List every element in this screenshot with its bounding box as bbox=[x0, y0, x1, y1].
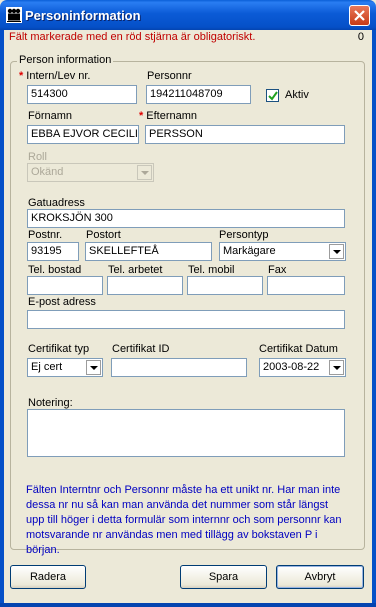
certifikat-id-input[interactable] bbox=[111, 358, 247, 377]
efternamn-label: * Efternamn bbox=[139, 110, 198, 122]
gatuadress-input[interactable]: KROKSJÖN 300 bbox=[27, 209, 345, 228]
tel-arbetet-label: Tel. arbetet bbox=[108, 264, 163, 276]
close-button[interactable] bbox=[349, 5, 370, 26]
epost-input[interactable] bbox=[27, 310, 345, 329]
certifikat-typ-value: Ej cert bbox=[31, 361, 63, 373]
postnr-input[interactable]: 93195 bbox=[27, 242, 79, 261]
personnr-input[interactable]: 194211048709 bbox=[146, 85, 251, 104]
personnr-label: Personnr bbox=[147, 70, 192, 82]
certifikat-id-label: Certifikat ID bbox=[112, 343, 170, 355]
certifikat-typ-select[interactable]: Ej cert bbox=[27, 358, 103, 377]
notering-label: Notering: bbox=[28, 397, 73, 409]
delete-button[interactable]: Radera bbox=[10, 565, 86, 589]
close-icon bbox=[354, 10, 365, 21]
checkmark-icon bbox=[268, 91, 278, 101]
chevron-down-icon[interactable] bbox=[86, 360, 101, 375]
people-icon bbox=[6, 7, 22, 23]
certifikat-typ-label: Certifikat typ bbox=[28, 343, 90, 355]
roll-select: Okänd bbox=[27, 163, 154, 182]
info-text: Fälten Interntnr och Personnr måste ha e… bbox=[26, 484, 342, 556]
chevron-down-icon bbox=[137, 165, 152, 180]
postnr-label: Postnr. bbox=[28, 229, 63, 241]
record-counter: 0 bbox=[357, 31, 364, 43]
cancel-button[interactable]: Avbryt bbox=[276, 565, 364, 589]
aktiv-checkbox[interactable] bbox=[266, 89, 279, 102]
roll-value: Okänd bbox=[31, 166, 64, 178]
window-frame-bottom bbox=[0, 603, 376, 607]
persontyp-value: Markägare bbox=[223, 245, 276, 257]
window-frame-right bbox=[372, 30, 376, 607]
tel-mobil-label: Tel. mobil bbox=[188, 264, 235, 276]
postort-input[interactable]: SKELLEFTEÅ bbox=[85, 242, 212, 261]
postort-label: Postort bbox=[86, 229, 121, 241]
intern-nr-label: * Intern/Lev nr. bbox=[19, 70, 91, 82]
chevron-down-icon[interactable] bbox=[329, 244, 344, 259]
certifikat-datum-value: 2003-08-22 bbox=[263, 361, 320, 373]
window-title: Personinformation bbox=[25, 8, 141, 23]
efternamn-input[interactable]: PERSSON bbox=[145, 125, 345, 144]
persontyp-select[interactable]: Markägare bbox=[219, 242, 346, 261]
fax-input[interactable] bbox=[267, 276, 345, 295]
save-button[interactable]: Spara bbox=[180, 565, 267, 589]
roll-label: Roll bbox=[28, 151, 47, 163]
tel-bostad-label: Tel. bostad bbox=[28, 264, 82, 276]
tel-arbetet-input[interactable] bbox=[107, 276, 183, 295]
gatuadress-label: Gatuadress bbox=[28, 197, 85, 209]
fornamn-label: Förnamn bbox=[28, 110, 73, 122]
persontyp-label: Persontyp bbox=[219, 229, 269, 241]
fax-label: Fax bbox=[268, 264, 287, 276]
group-title: Person information bbox=[17, 54, 114, 66]
required-notice: Fält markerade med en röd stjärna är obl… bbox=[9, 31, 256, 43]
chevron-down-icon[interactable] bbox=[329, 360, 344, 375]
certifikat-datum-label: Certifikat Datum bbox=[259, 343, 338, 355]
certifikat-datum-picker[interactable]: 2003-08-22 bbox=[259, 358, 346, 377]
notering-textarea[interactable] bbox=[27, 409, 345, 457]
tel-bostad-input[interactable] bbox=[27, 276, 103, 295]
epost-label: E-post adress bbox=[28, 296, 96, 308]
required-star: * bbox=[19, 70, 24, 82]
required-star: * bbox=[139, 110, 144, 122]
title-bar: Personinformation bbox=[0, 0, 376, 30]
intern-nr-input[interactable]: 514300 bbox=[27, 85, 137, 104]
window-frame-left bbox=[0, 30, 4, 607]
fornamn-input[interactable]: EBBA EJVOR CECILI bbox=[27, 125, 139, 144]
aktiv-label: Aktiv bbox=[285, 89, 309, 101]
tel-mobil-input[interactable] bbox=[187, 276, 263, 295]
